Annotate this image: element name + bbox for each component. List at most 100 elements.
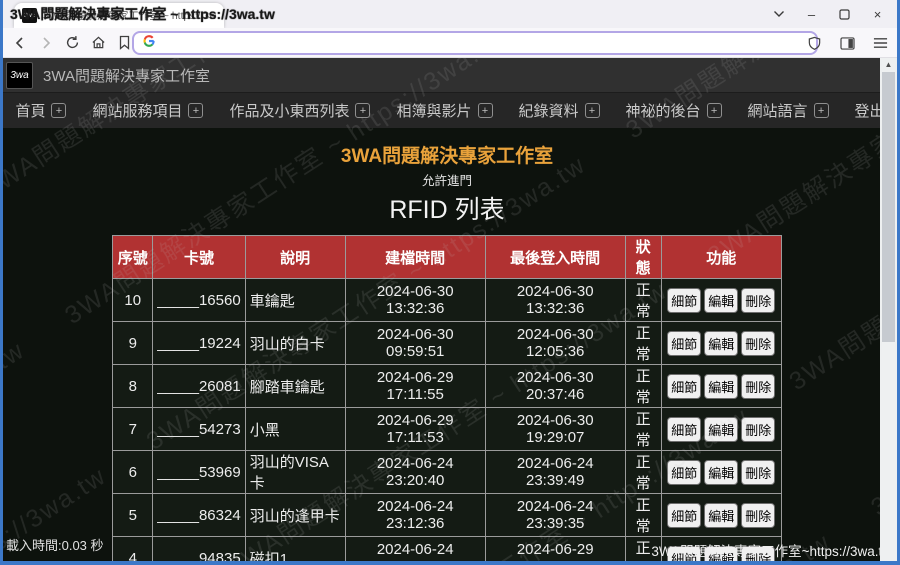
close-button[interactable]: × [861, 0, 894, 28]
sidebar-icon[interactable] [835, 31, 859, 55]
created-time-cell: 2024-06-29 17:11:53 [345, 408, 485, 451]
nav-expand-plus-icon[interactable]: + [478, 103, 493, 118]
nav-item-works[interactable]: 作品及小東西列表 + [229, 100, 370, 121]
edit-button[interactable]: 編輯 [704, 288, 738, 313]
edit-button[interactable]: 編輯 [704, 417, 738, 442]
delete-button[interactable]: 刪除 [741, 460, 775, 485]
edit-button[interactable]: 編輯 [704, 331, 738, 356]
card-number-cell: _____16560 [153, 279, 245, 322]
nav-expand-plus-icon[interactable]: + [355, 103, 370, 118]
status-badge: 正常 [625, 494, 661, 537]
site-logo[interactable]: 3wa [6, 62, 33, 89]
nav-label: 相簿與影片 [396, 100, 471, 121]
description-cell: 車鑰匙 [245, 279, 345, 322]
vertical-scrollbar[interactable]: ▲ [880, 58, 897, 561]
nav-expand-plus-icon[interactable]: + [585, 103, 600, 118]
card-number-cell: _____19224 [153, 322, 245, 365]
site-brand: 3WA問題解決專家工作室 [43, 65, 210, 86]
description-cell: 羽山的VISA卡 [245, 451, 345, 494]
site-footer-url: 3WA問題解決專家工作室~https://3wa.tw [651, 540, 892, 560]
browser-titlebar: 3wa 3WA問題解決專家工作室 ~ https://3wa.tw 3WA問題解… [0, 0, 900, 28]
column-header: 序號 [113, 236, 153, 279]
nav-label: 網站語言 [748, 100, 808, 121]
seq-cell: 9 [113, 322, 153, 365]
last-login-cell: 2024-06-24 23:39:35 [485, 494, 625, 537]
seq-cell: 6 [113, 451, 153, 494]
menu-icon[interactable] [868, 31, 892, 55]
nav-label: 網站服務項目 [92, 100, 182, 121]
status-badge: 正常 [625, 322, 661, 365]
last-login-cell: 2024-06-30 20:37:46 [485, 365, 625, 408]
delete-button[interactable]: 刪除 [741, 331, 775, 356]
edit-button[interactable]: 編輯 [704, 460, 738, 485]
delete-button[interactable]: 刪除 [741, 503, 775, 528]
created-time-cell: 2024-06-30 09:59:51 [345, 322, 485, 365]
edit-button[interactable]: 編輯 [704, 503, 738, 528]
window-border-bottom [0, 561, 900, 565]
nav-label: 神祕的後台 [626, 100, 701, 121]
main-content: 3WA問題解決專家工作室 允許進門 RFID 列表 序號卡號說明建檔時間最後登入… [0, 128, 894, 561]
actions-cell: 細節編輯刪除 [661, 451, 781, 494]
column-header: 建檔時間 [345, 236, 485, 279]
status-badge: 正常 [625, 365, 661, 408]
details-button[interactable]: 細節 [667, 503, 701, 528]
nav-item-home[interactable]: 首頁+ [15, 100, 66, 121]
details-button[interactable]: 細節 [667, 288, 701, 313]
details-button[interactable]: 細節 [667, 417, 701, 442]
edit-button[interactable]: 編輯 [704, 374, 738, 399]
scroll-up-arrow-icon[interactable]: ▲ [880, 60, 897, 69]
nav-item-records[interactable]: 紀錄資料+ [519, 100, 600, 121]
back-icon[interactable] [8, 31, 32, 55]
window-border-left [0, 0, 3, 565]
created-time-cell: 2024-06-24 23:20:40 [345, 451, 485, 494]
nav-expand-plus-icon[interactable]: + [51, 103, 66, 118]
column-header: 說明 [245, 236, 345, 279]
created-time-cell: 2024-06-29 17:11:55 [345, 365, 485, 408]
tab-list-chevron-icon[interactable] [762, 0, 795, 28]
details-button[interactable]: 細節 [667, 460, 701, 485]
web-page: 3wa 3WA問題解決專家工作室 首頁+網站服務項目+作品及小東西列表+相簿與影… [0, 58, 900, 561]
minimize-button[interactable]: – [795, 0, 828, 28]
load-time-status: 載入時間:0.03 秒 [6, 535, 104, 554]
url-bar[interactable] [132, 31, 818, 55]
nav-label: 作品及小東西列表 [229, 100, 349, 121]
card-number-cell: _____86324 [153, 494, 245, 537]
maximize-button[interactable] [828, 0, 861, 28]
actions-cell: 細節編輯刪除 [661, 279, 781, 322]
nav-expand-plus-icon[interactable]: + [188, 103, 203, 118]
details-button[interactable]: 細節 [667, 331, 701, 356]
seq-cell: 7 [113, 408, 153, 451]
created-time-cell: 2024-06-24 23:12:36 [345, 494, 485, 537]
rfid-table: 序號卡號說明建檔時間最後登入時間狀態功能 10_____16560車鑰匙2024… [112, 235, 781, 561]
delete-button[interactable]: 刪除 [741, 417, 775, 442]
description-cell: 羽山的逢甲卡 [245, 494, 345, 537]
forward-icon[interactable] [34, 31, 58, 55]
extension-shield-icon[interactable] [802, 31, 826, 55]
column-header: 卡號 [153, 236, 245, 279]
actions-cell: 細節編輯刪除 [661, 365, 781, 408]
created-time-cell: 2024-06-30 13:32:36 [345, 279, 485, 322]
card-number-cell: _____53969 [153, 451, 245, 494]
seq-cell: 5 [113, 494, 153, 537]
table-header-row: 序號卡號說明建檔時間最後登入時間狀態功能 [113, 236, 781, 279]
table-row: 5_____86324羽山的逢甲卡2024-06-24 23:12:362024… [113, 494, 781, 537]
nav-item-language[interactable]: 網站語言 + [748, 100, 829, 121]
last-login-cell: 2024-06-24 23:39:49 [485, 451, 625, 494]
home-icon[interactable] [86, 31, 110, 55]
delete-button[interactable]: 刪除 [741, 374, 775, 399]
card-number-cell: _____26081 [153, 365, 245, 408]
reload-icon[interactable] [60, 31, 84, 55]
main-nav: 首頁+網站服務項目+作品及小東西列表+相簿與影片+紀錄資料+神祕的後台+網站語言… [0, 92, 900, 128]
scrollbar-thumb[interactable] [882, 72, 895, 342]
nav-item-backend[interactable]: 神祕的後台 + [626, 100, 722, 121]
nav-item-services[interactable]: 網站服務項目 + [92, 100, 203, 121]
nav-expand-plus-icon[interactable]: + [707, 103, 722, 118]
last-login-cell: 2024-06-30 19:29:07 [485, 408, 625, 451]
description-cell: 磁扣1 [245, 537, 345, 562]
card-number-cell: _____54273 [153, 408, 245, 451]
details-button[interactable]: 細節 [667, 374, 701, 399]
nav-expand-plus-icon[interactable]: + [814, 103, 829, 118]
delete-button[interactable]: 刪除 [741, 288, 775, 313]
nav-item-albums[interactable]: 相簿與影片 + [396, 100, 492, 121]
status-badge: 正常 [625, 279, 661, 322]
